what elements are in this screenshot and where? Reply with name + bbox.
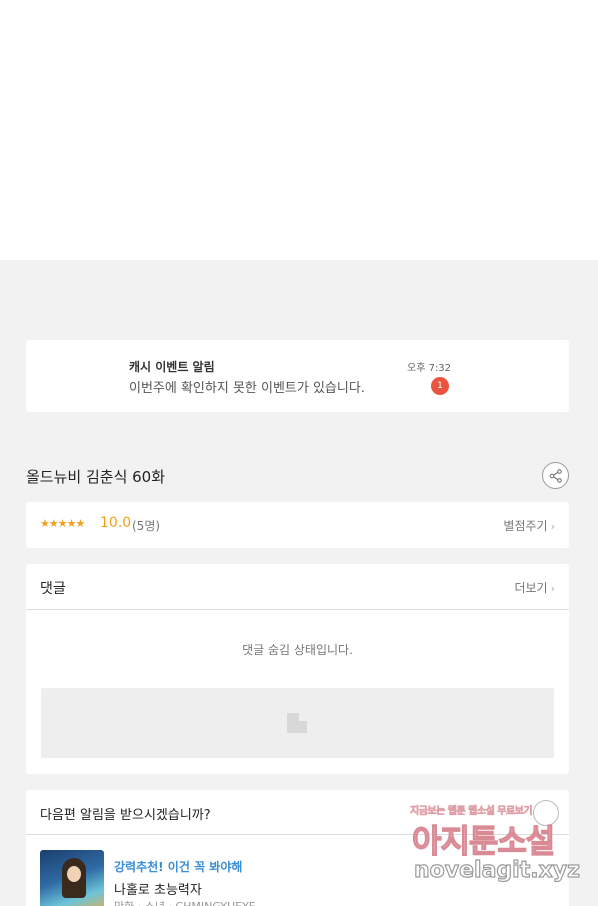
chevron-right-icon: ›	[550, 520, 555, 533]
give-rating-label: 별점주기	[503, 519, 548, 533]
cash-event-notification[interactable]: 캐시 이벤트 알림 이번주에 확인하지 못한 이벤트가 있습니다. 오후 7:3…	[26, 340, 569, 412]
ad-banner-placeholder[interactable]	[41, 688, 554, 758]
share-icon	[549, 469, 562, 483]
comments-panel: 댓글 더보기 › 댓글 숨김 상태입니다.	[26, 564, 569, 774]
notification-time: 오후 7:32	[407, 363, 452, 374]
episode-title: 올드뉴비 김춘식 60화	[26, 468, 166, 486]
thumbnail-figure-face	[67, 866, 81, 882]
comments-hidden-status: 댓글 숨김 상태입니다.	[242, 643, 353, 657]
recommendation-title[interactable]: 나홀로 초능력자	[114, 879, 202, 898]
site-watermark: 지금보는 웹툰 웹소설 무료보기 아지툰소설 novelagit.xyz	[410, 802, 590, 892]
notification-title: 캐시 이벤트 알림	[129, 360, 215, 374]
chevron-right-icon: ›	[550, 582, 555, 595]
watermark-url: novelagit.xyz	[413, 857, 580, 883]
recommendation-tag[interactable]: 강력추천! 이건 꼭 봐야해	[114, 858, 242, 875]
recommendation-meta: 만화 · 소년 · CHMINGYUEYE	[114, 898, 256, 906]
rating-panel: ★★★★★ 10.0 (5명) 별점주기 ›	[26, 502, 569, 548]
share-button[interactable]	[542, 462, 569, 489]
comments-title: 댓글	[40, 581, 66, 597]
blank-content-area	[0, 0, 598, 260]
watermark-tagline: 지금보는 웹툰 웹소설 무료보기	[410, 806, 533, 818]
give-rating-link[interactable]: 별점주기 ›	[503, 517, 555, 534]
recommendation-thumbnail[interactable]	[40, 850, 104, 906]
comments-more-label: 더보기	[514, 581, 548, 595]
notification-message: 이번주에 확인하지 못한 이벤트가 있습니다.	[129, 381, 365, 396]
rating-score: 10.0	[100, 515, 132, 531]
image-placeholder-icon	[287, 713, 307, 733]
notification-badge: 1	[431, 377, 449, 395]
rating-stars: ★★★★★	[40, 517, 85, 530]
comments-more-link[interactable]: 더보기 ›	[514, 579, 555, 596]
subscribe-question: 다음편 알림을 받으시겠습니까?	[40, 808, 211, 823]
watermark-site-name: 아지툰소설	[411, 821, 555, 860]
divider	[26, 609, 569, 610]
rating-voter-count: (5명)	[132, 519, 161, 533]
